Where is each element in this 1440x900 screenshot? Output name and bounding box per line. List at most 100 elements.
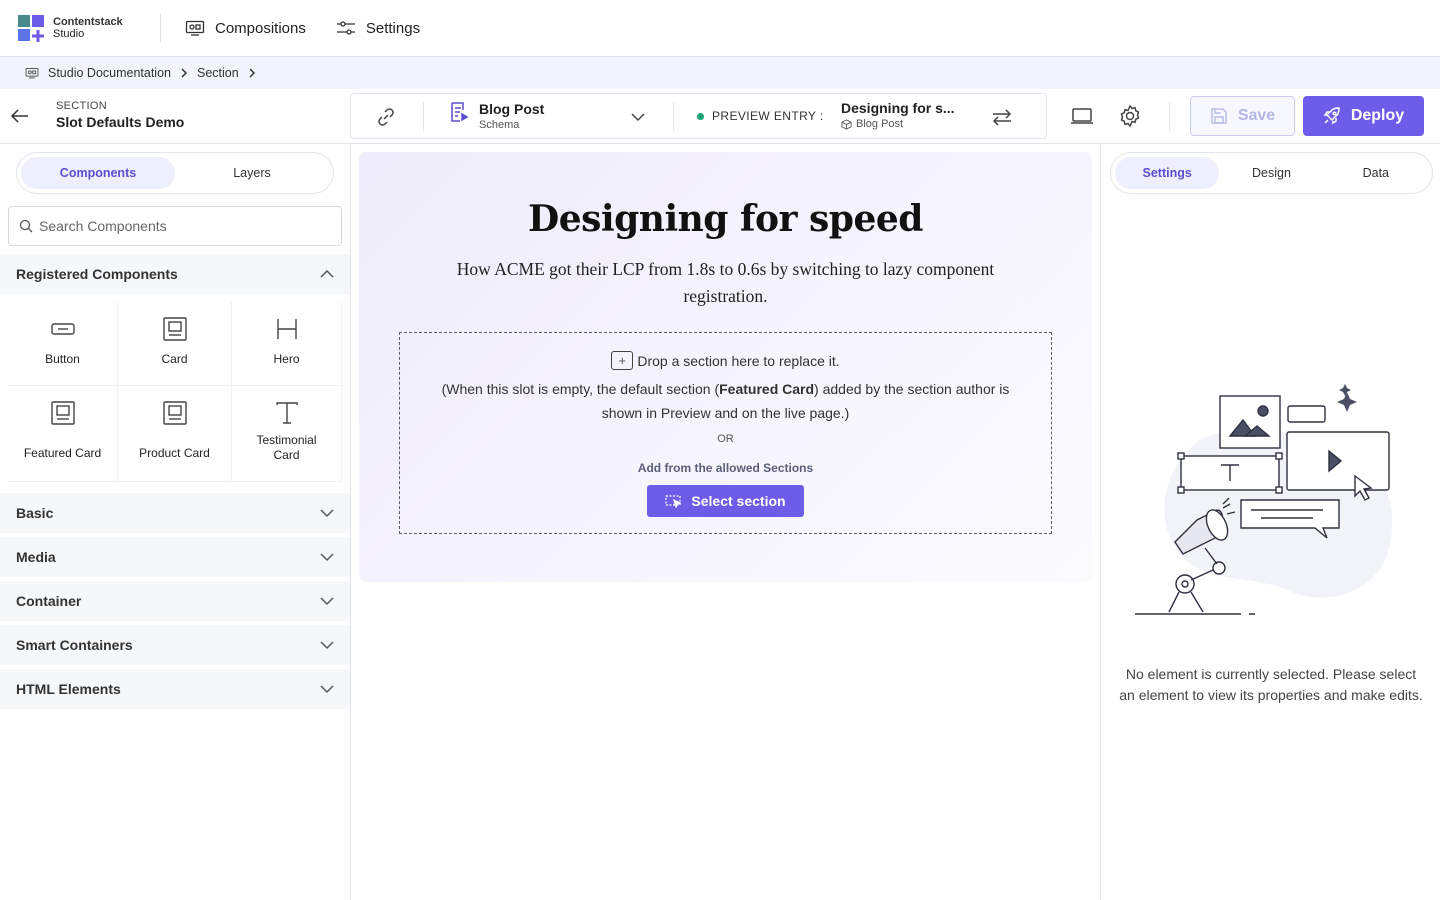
registered-components-grid: Button Card Hero Featured Card Product C… <box>8 302 342 482</box>
select-section-button[interactable]: Select section <box>647 485 804 517</box>
swap-entry-button[interactable] <box>991 106 1013 131</box>
component-label: Card <box>161 352 188 366</box>
nav-compositions[interactable]: Compositions <box>185 20 306 37</box>
schema-dropdown-button[interactable] <box>630 109 646 128</box>
search-placeholder: Search Components <box>39 218 167 234</box>
chevron-right-icon <box>181 68 188 78</box>
entry-title: Designing for s... <box>841 100 955 116</box>
gear-icon <box>1120 104 1140 128</box>
chevron-down-icon <box>320 641 334 650</box>
tab-layers[interactable]: Layers <box>175 157 329 189</box>
button-icon <box>50 323 75 335</box>
chevron-right-icon <box>249 68 255 78</box>
chevron-down-icon <box>320 509 334 518</box>
device-preview-button[interactable] <box>1070 106 1094 129</box>
tab-design[interactable]: Design <box>1219 157 1323 189</box>
schema-sub: Schema <box>479 119 520 131</box>
swap-icon <box>992 109 1012 126</box>
schema-selector[interactable]: Blog Post Schema <box>449 101 544 131</box>
rocket-icon <box>1323 107 1340 125</box>
card-icon <box>50 401 75 425</box>
accordion-registered-components[interactable]: Registered Components <box>0 254 350 294</box>
link-icon <box>378 108 394 126</box>
section-meta: SECTION Slot Defaults Demo <box>56 100 184 130</box>
component-label: Button <box>45 352 80 366</box>
text-icon <box>275 402 298 424</box>
card-icon <box>162 401 187 425</box>
empty-state-message: No element is currently selected. Please… <box>1119 666 1423 703</box>
accordion-label: Media <box>16 549 56 565</box>
nav-settings-label: Settings <box>365 19 421 37</box>
accordion-smart-containers[interactable]: Smart Containers <box>0 625 350 665</box>
preview-toolbar: Blog Post Schema PREVIEW ENTRY : Designi… <box>350 93 1047 139</box>
settings-button[interactable] <box>1118 104 1142 131</box>
plus-icon: + <box>611 351 634 370</box>
card-icon <box>162 317 187 341</box>
drop-text: Drop a section here to replace it. <box>637 352 840 369</box>
logo-sub: Studio <box>53 28 85 40</box>
link-button[interactable] <box>375 106 397 131</box>
section-drop-zone[interactable]: + Drop a section here to replace it. (Wh… <box>399 332 1052 534</box>
component-testimonial-card[interactable]: Testimonial Card <box>232 386 342 482</box>
component-button[interactable]: Button <box>8 302 118 386</box>
save-button[interactable]: Save <box>1190 96 1295 136</box>
preview-entry-selector[interactable]: Designing for s... Blog Post <box>841 100 955 130</box>
left-tabs: Components Layers <box>16 152 334 194</box>
slot-note: (When this slot is empty, the default se… <box>440 377 1011 425</box>
hero-section[interactable]: Designing for speed How ACME got their L… <box>359 152 1092 582</box>
section-name: Slot Defaults Demo <box>56 114 185 130</box>
accordion-media[interactable]: Media <box>0 537 350 577</box>
accordion-html-elements[interactable]: HTML Elements <box>0 669 350 709</box>
properties-panel: Settings Design Data No element is curre… <box>1100 144 1440 900</box>
breadcrumb-item-section[interactable]: Section <box>197 66 239 80</box>
accordion-label: Container <box>16 593 82 609</box>
hero-title: Designing for speed <box>528 198 923 240</box>
slot-note-default: Featured Card <box>719 381 815 397</box>
select-cursor-icon <box>665 495 682 508</box>
divider <box>673 102 674 132</box>
search-input[interactable]: Search Components <box>8 206 342 246</box>
accordion-label: Registered Components <box>16 266 178 282</box>
compositions-icon <box>25 67 39 79</box>
schema-icon <box>451 102 469 122</box>
accordion-label: HTML Elements <box>16 681 121 697</box>
contentstack-logo-icon <box>18 14 45 42</box>
deploy-button[interactable]: Deploy <box>1303 96 1424 136</box>
entry-type: Blog Post <box>856 118 904 130</box>
component-product-card[interactable]: Product Card <box>118 386 232 482</box>
nav-compositions-label: Compositions <box>215 19 306 37</box>
preview-entry-label: PREVIEW ENTRY : <box>712 109 824 123</box>
status-dot <box>697 112 704 120</box>
accordion-basic[interactable]: Basic <box>0 493 350 533</box>
accordion-container[interactable]: Container <box>0 581 350 621</box>
tab-data[interactable]: Data <box>1324 157 1428 189</box>
save-label: Save <box>1237 107 1276 124</box>
search-icon <box>19 219 33 233</box>
sliders-icon <box>336 21 355 35</box>
tab-components[interactable]: Components <box>21 157 175 189</box>
app-logo[interactable]: Contentstack Studio <box>18 14 160 42</box>
right-tabs: Settings Design Data <box>1110 152 1433 194</box>
nav-settings[interactable]: Settings <box>336 20 420 37</box>
back-button[interactable] <box>10 106 30 129</box>
component-label: Featured Card <box>23 446 102 460</box>
breadcrumb-item-documentation[interactable]: Studio Documentation <box>48 66 171 80</box>
chevron-up-icon <box>320 269 334 278</box>
component-featured-card[interactable]: Featured Card <box>8 386 118 482</box>
laptop-icon <box>1071 108 1093 124</box>
tab-settings[interactable]: Settings <box>1115 157 1220 189</box>
empty-state-illustration <box>1135 384 1393 615</box>
divider <box>1169 102 1170 132</box>
chevron-down-icon <box>320 553 334 562</box>
component-label: Hero <box>273 352 300 366</box>
schema-title: Blog Post <box>479 101 545 117</box>
component-hero[interactable]: Hero <box>232 302 342 386</box>
divider <box>160 14 161 42</box>
component-label: Testimonial Card <box>256 433 317 462</box>
slot-note-pre: (When this slot is empty, the default se… <box>441 381 720 397</box>
component-card[interactable]: Card <box>118 302 232 386</box>
allowed-sections-label: Add from the allowed Sections <box>637 461 814 475</box>
select-section-label: Select section <box>691 493 786 509</box>
section-label: SECTION <box>56 100 107 112</box>
accordion-label: Smart Containers <box>16 637 133 653</box>
